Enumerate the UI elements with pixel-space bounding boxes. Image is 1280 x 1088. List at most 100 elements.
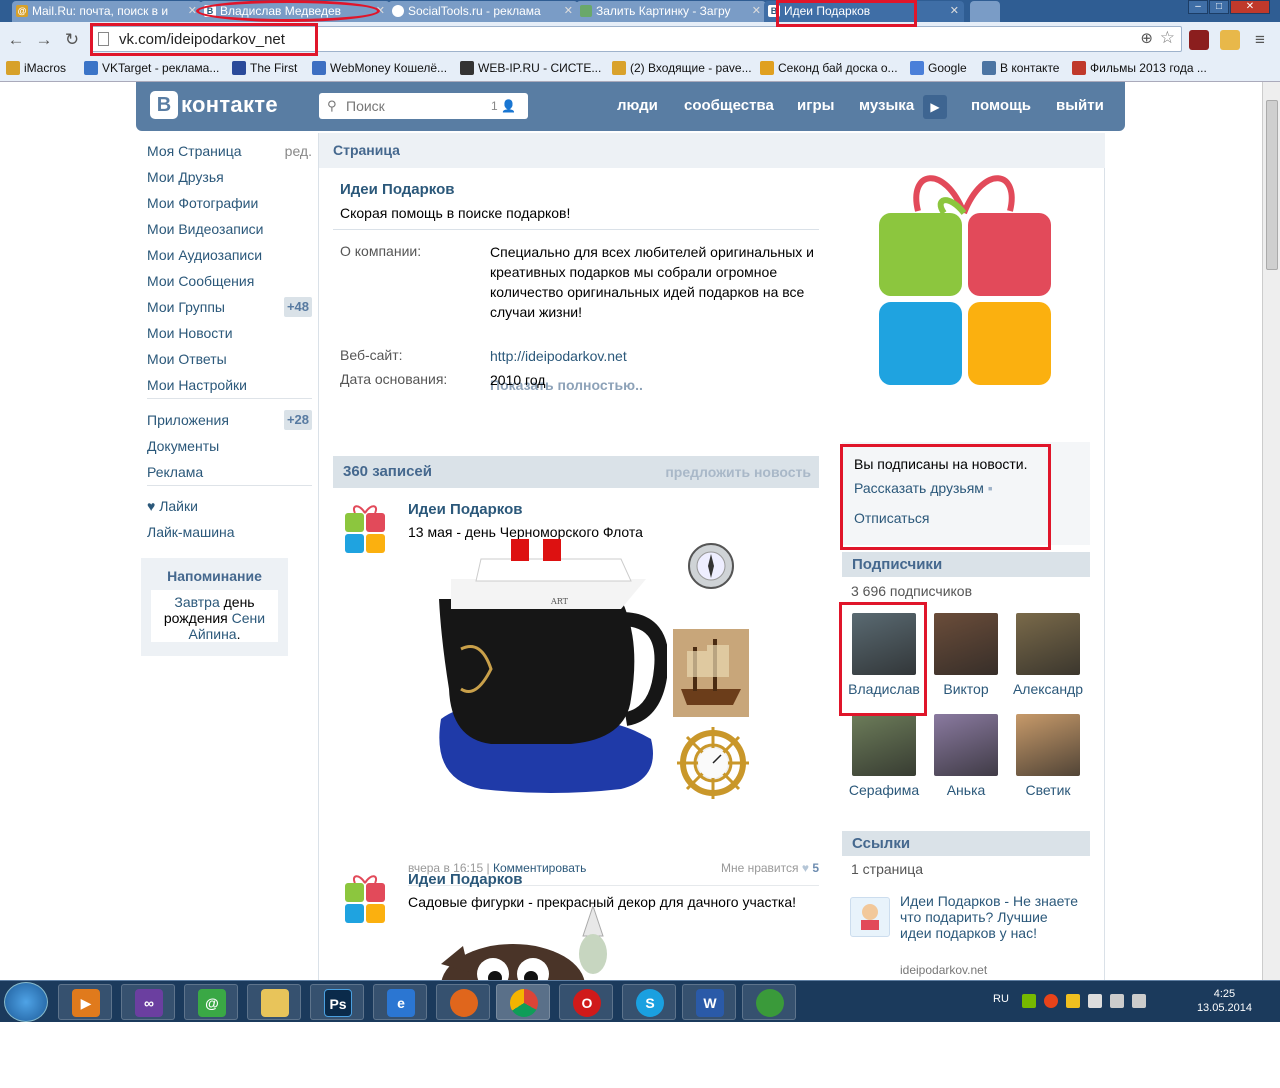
subscriber-name[interactable]: Серафима [843,782,925,798]
sidebar-item[interactable]: Мои Фотографии [147,194,312,214]
avatar[interactable] [852,613,916,675]
tab-socialtools[interactable]: SocialTools.ru - реклама ✕ [388,1,578,22]
link-thumbnail[interactable] [850,897,890,937]
clock[interactable]: 4:25 13.05.2014 [1197,987,1252,1015]
start-button[interactable] [4,982,48,1022]
tab-mailru[interactable]: @ Mail.Ru: почта, поиск в и ✕ [12,1,202,22]
volume-icon[interactable] [1132,994,1146,1008]
bookmark-item[interactable]: В контакте [982,60,1059,76]
subscriber-item[interactable]: Анька [925,714,1007,798]
tray-app-icon[interactable] [1066,994,1080,1008]
taskbar-app-skype[interactable]: S [622,984,676,1020]
taskbar-app-photoshop[interactable]: Ps [310,984,364,1020]
tray-app-icon[interactable] [1044,994,1058,1008]
taskbar-app-word[interactable]: W [682,984,736,1020]
unsubscribe-link[interactable]: Отписаться [854,510,929,526]
gift-logo-icon[interactable] [848,153,1080,403]
nav-logout[interactable]: выйти [1056,97,1104,114]
bookmark-item[interactable]: Секонд бай доска о... [760,60,898,76]
minimize-button[interactable]: – [1188,0,1208,14]
nvidia-icon[interactable] [1022,994,1036,1008]
avatar[interactable] [852,714,916,776]
link-title[interactable]: Идеи Подарков - Не знаете что подарить? … [900,893,1080,941]
forward-button[interactable]: → [34,30,54,50]
sidebar-item[interactable]: Реклама [147,463,312,483]
star-icon[interactable]: ☆ [1160,28,1175,48]
sidebar-item[interactable]: Мои Друзья [147,168,312,188]
back-button[interactable]: ← [6,30,26,50]
bookmark-item[interactable]: VKTarget - реклама... [84,60,219,76]
nav-help[interactable]: помощь [971,97,1031,114]
sidebar-item[interactable]: Приложения +28 [147,410,312,431]
sidebar-item[interactable]: Мои Новости [147,324,312,344]
sidebar-item[interactable]: Мои Аудиозаписи [147,246,312,266]
tab-ideipodarkov[interactable]: В Идеи Подарков ✕ [764,1,964,22]
bookmark-item[interactable]: iMacros [6,60,66,76]
close-icon[interactable]: ✕ [752,1,761,21]
language-indicator[interactable]: RU [993,993,1009,1005]
flag-icon[interactable] [1088,994,1102,1008]
reminder-date-link[interactable]: Завтра [174,594,219,610]
subscriber-name[interactable]: Владислав [843,681,925,697]
wheel-clock-image[interactable] [673,723,753,811]
play-icon[interactable]: ▶ [923,95,947,119]
subscriber-name[interactable]: Анька [925,782,1007,798]
search-input[interactable]: ⚲ Поиск 1 👤 [319,93,528,119]
sidebar-item[interactable]: Моя Страница ред. [147,142,312,162]
gift-logo-icon[interactable] [343,871,387,925]
subscriber-name[interactable]: Виктор [925,681,1007,697]
nav-music[interactable]: музыка [859,97,914,114]
network-icon[interactable] [1110,994,1124,1008]
bookmark-item[interactable]: Фильмы 2013 года ... [1072,60,1207,76]
tab-upload-image[interactable]: Залить Картинку - Загру ✕ [576,1,766,22]
sidebar-item[interactable]: Мои Видеозаписи [147,220,312,240]
subscriber-item[interactable]: Владислав [843,613,925,697]
taskbar-app-firefox[interactable] [436,984,490,1020]
zoom-icon[interactable]: ⊕ [1140,29,1153,47]
ship-model-image[interactable] [673,629,749,717]
taskbar-app-opera[interactable]: O [559,984,613,1020]
avatar[interactable] [934,714,998,776]
count-badge[interactable]: +48 [283,297,312,317]
nav-people[interactable]: люди [617,97,658,114]
menu-icon[interactable]: ≡ [1250,30,1270,50]
post-author[interactable]: Идеи Подарков [408,871,523,888]
close-icon[interactable]: ✕ [376,1,385,21]
post-author[interactable]: Идеи Подарков [408,501,523,518]
nav-communities[interactable]: сообщества [684,97,774,114]
taskbar-app-media[interactable]: ▶ [58,984,112,1020]
subscriber-item[interactable]: Светик [1007,714,1089,798]
sidebar-item[interactable]: Мои Сообщения [147,272,312,292]
bookmark-item[interactable]: The First [232,60,297,76]
taskbar-app-mailagent[interactable]: @ [184,984,238,1020]
subscriber-name[interactable]: Александр [1007,681,1089,697]
compass-image[interactable] [683,534,739,604]
taskbar-app-green[interactable] [742,984,796,1020]
edit-link[interactable]: ред. [285,142,312,160]
close-icon[interactable]: ✕ [950,1,959,21]
maximize-button[interactable]: □ [1209,0,1229,14]
taskbar-app-ie[interactable]: e [373,984,427,1020]
website-link[interactable]: http://ideipodarkov.net [490,346,828,366]
sidebar-item[interactable]: Документы [147,437,312,457]
address-bar[interactable]: vk.com/ideipodarkov_net ⊕ ☆ [90,26,1182,52]
taskbar-app-vs[interactable]: ∞ [121,984,175,1020]
close-icon[interactable]: ✕ [564,1,573,21]
sidebar-item[interactable]: Мои Ответы [147,350,312,370]
subscribers-header[interactable]: Подписчики [842,552,1090,577]
suggest-news-link[interactable]: предложить новость [665,456,811,488]
avatar[interactable] [1016,714,1080,776]
subscriber-item[interactable]: Александр [1007,613,1089,697]
new-tab-button[interactable] [970,1,1000,22]
nav-games[interactable]: игры [797,97,834,114]
gift-logo-icon[interactable] [343,501,387,555]
garden-figure-image[interactable] [423,906,663,980]
extension-icon[interactable] [1189,30,1209,50]
taskbar-app-explorer[interactable] [247,984,301,1020]
count-badge[interactable]: +28 [283,410,312,430]
avatar[interactable] [1016,613,1080,675]
window-close-button[interactable]: ✕ [1230,0,1270,14]
reload-button[interactable]: ↻ [62,30,82,50]
sidebar-item[interactable]: ♥ Лайки [147,497,312,517]
subscriber-item[interactable]: Виктор [925,613,1007,697]
